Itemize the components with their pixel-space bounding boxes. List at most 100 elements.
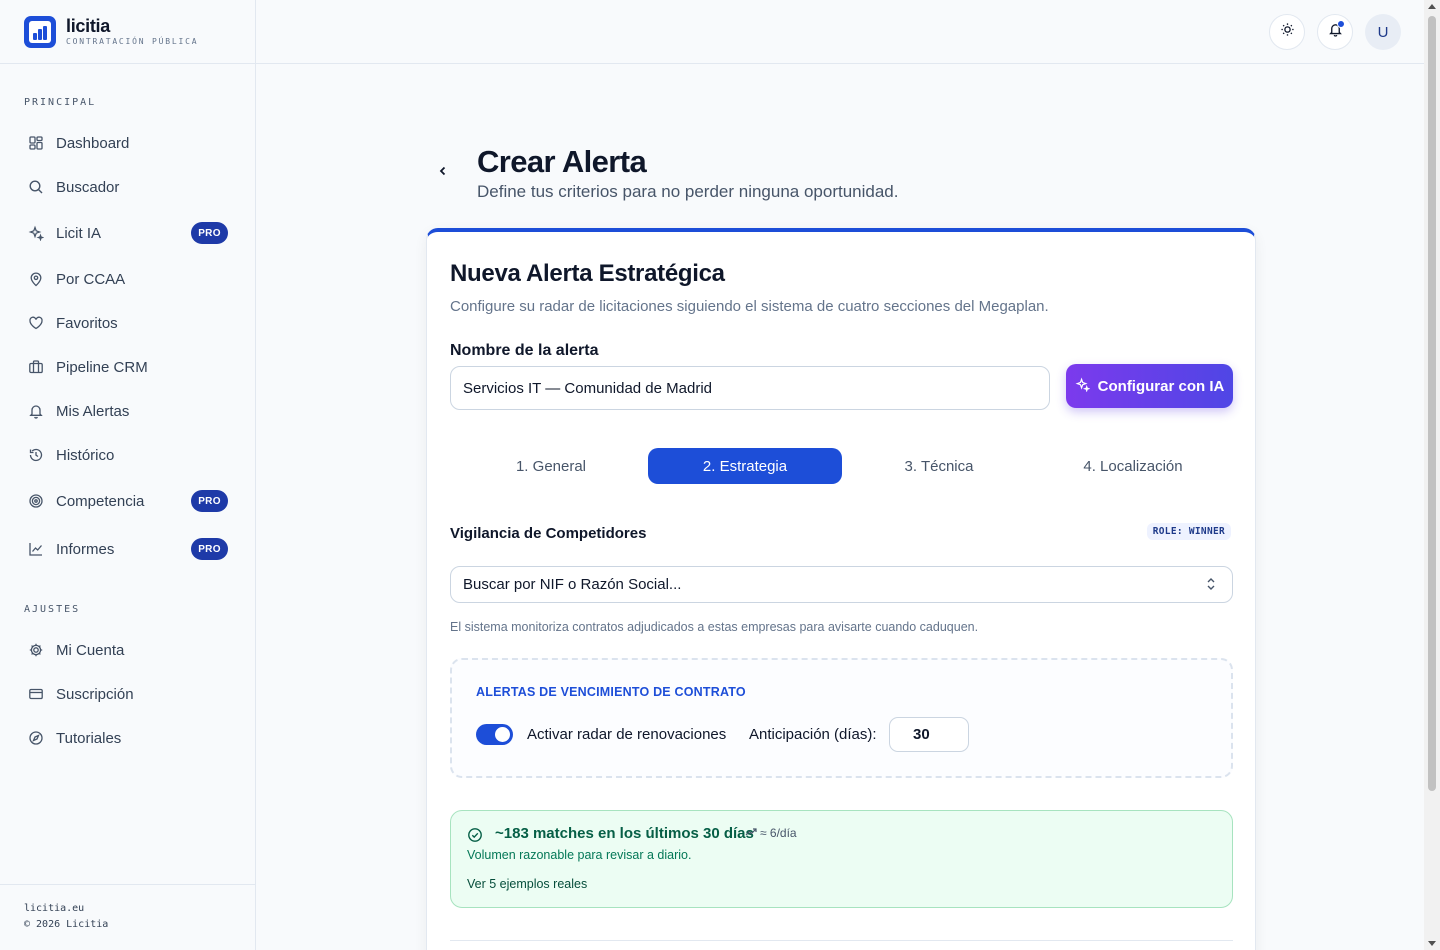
- renewal-radar-label: Activar radar de renovaciones: [527, 726, 727, 743]
- compass-icon: [28, 730, 44, 746]
- section-label-ajustes: AJUSTES: [24, 604, 81, 615]
- card-divider: [450, 940, 1233, 941]
- tab-general[interactable]: 1. General: [454, 448, 648, 484]
- tab-estrategia[interactable]: 2. Estrategia: [648, 448, 842, 484]
- search-icon: [28, 179, 44, 195]
- scroll-up-arrow-icon[interactable]: [1428, 4, 1436, 9]
- competitor-helper-text: El sistema monitoriza contratos adjudica…: [450, 620, 979, 634]
- sidebar: licitia CONTRATACIÓN PÚBLICA PRINCIPAL D…: [0, 0, 256, 950]
- sidebar-item-mis-alertas[interactable]: Mis Alertas: [24, 393, 232, 429]
- card-title: Nueva Alerta Estratégica: [450, 260, 725, 287]
- renewal-radar-toggle[interactable]: [476, 724, 513, 745]
- credit-card-icon: [28, 686, 44, 702]
- page-scrollbar[interactable]: [1424, 0, 1440, 950]
- match-rate: ≈ 6/día: [745, 826, 797, 840]
- history-icon: [28, 447, 44, 463]
- notifications-button[interactable]: [1317, 14, 1353, 50]
- sidebar-footer: licitia.eu © 2026 Licitia: [0, 884, 256, 950]
- sparkles-icon: [28, 225, 44, 241]
- sidebar-item-label: Por CCAA: [56, 270, 126, 288]
- expiry-panel-title: ALERTAS DE VENCIMIENTO DE CONTRATO: [476, 685, 746, 699]
- view-examples-link[interactable]: Ver 5 ejemplos reales: [467, 877, 587, 891]
- alert-name-input[interactable]: [450, 366, 1050, 410]
- brand-name: licitia: [66, 16, 110, 36]
- sidebar-item-label: Pipeline CRM: [56, 358, 148, 376]
- topbar: U: [256, 0, 1424, 64]
- configure-with-ai-button[interactable]: Configurar con IA: [1066, 364, 1233, 408]
- brand-tagline: CONTRATACIÓN PÚBLICA: [66, 37, 199, 46]
- brand[interactable]: licitia CONTRATACIÓN PÚBLICA: [0, 0, 255, 64]
- sidebar-item-label: Tutoriales: [56, 729, 122, 747]
- sidebar-item-label: Dashboard: [56, 134, 130, 152]
- scroll-thumb[interactable]: [1428, 16, 1436, 791]
- sidebar-item-suscripcion[interactable]: Suscripción: [24, 676, 232, 712]
- match-rate-value: ≈ 6/día: [760, 826, 797, 840]
- competitors-section-title: Vigilancia de Competidores: [450, 525, 647, 542]
- sparkles-icon: [1075, 377, 1091, 396]
- sidebar-item-buscador[interactable]: Buscador: [24, 169, 232, 205]
- scroll-down-arrow-icon[interactable]: [1428, 941, 1436, 946]
- sidebar-item-por-ccaa[interactable]: Por CCAA: [24, 261, 232, 297]
- pro-badge: PRO: [191, 222, 228, 244]
- check-circle-icon: [467, 827, 483, 848]
- sidebar-item-competencia[interactable]: Competencia PRO: [24, 483, 232, 519]
- competitor-search-placeholder: Buscar por NIF o Razón Social...: [463, 576, 682, 593]
- card-subtitle: Configure su radar de licitaciones sigui…: [450, 298, 1049, 315]
- sidebar-item-label: Suscripción: [56, 685, 134, 703]
- step-tabs: 1. General 2. Estrategia 3. Técnica 4. L…: [454, 448, 1230, 484]
- heart-icon: [28, 315, 44, 331]
- match-count-title: ~183 matches en los últimos 30 días: [495, 825, 754, 842]
- sidebar-item-tutoriales[interactable]: Tutoriales: [24, 720, 232, 756]
- alert-form-card: Nueva Alerta Estratégica Configure su ra…: [426, 228, 1256, 950]
- chevrons-up-down-icon: [1204, 576, 1218, 596]
- sidebar-item-label: Licit IA: [56, 224, 102, 242]
- footer-copyright: © 2026 Licitia: [24, 919, 109, 930]
- section-label-principal: PRINCIPAL: [24, 97, 97, 108]
- sidebar-item-mi-cuenta[interactable]: Mi Cuenta: [24, 632, 232, 668]
- anticipation-label: Anticipación (días):: [749, 726, 877, 743]
- sidebar-item-label: Buscador: [56, 178, 120, 196]
- licitia-logo-icon: [24, 15, 56, 48]
- sidebar-item-label: Informes: [56, 540, 115, 558]
- footer-site: licitia.eu: [24, 903, 85, 914]
- page-title: Crear Alerta: [477, 144, 647, 179]
- map-pin-icon: [28, 271, 44, 287]
- gear-icon: [28, 642, 44, 658]
- match-subtitle: Volumen razonable para revisar a diario.: [467, 848, 692, 862]
- user-avatar[interactable]: U: [1365, 14, 1401, 50]
- trending-up-icon: [745, 826, 757, 840]
- notification-dot: [1337, 20, 1345, 28]
- sun-icon: [1280, 22, 1295, 42]
- contract-expiry-panel: ALERTAS DE VENCIMIENTO DE CONTRATO Activ…: [450, 658, 1233, 778]
- theme-toggle-button[interactable]: [1269, 14, 1305, 50]
- sidebar-item-informes[interactable]: Informes PRO: [24, 531, 232, 567]
- pro-badge: PRO: [191, 490, 228, 512]
- sidebar-item-favoritos[interactable]: Favoritos: [24, 305, 232, 341]
- sidebar-item-dashboard[interactable]: Dashboard: [24, 125, 232, 161]
- sidebar-item-pipeline-crm[interactable]: Pipeline CRM: [24, 349, 232, 385]
- tab-tecnica[interactable]: 3. Técnica: [842, 448, 1036, 484]
- sidebar-item-label: Mis Alertas: [56, 402, 130, 420]
- sidebar-item-label: Favoritos: [56, 314, 118, 332]
- role-badge: ROLE: WINNER: [1146, 523, 1231, 540]
- pro-badge: PRO: [191, 538, 228, 560]
- back-button[interactable]: [432, 162, 454, 184]
- dashboard-icon: [28, 135, 44, 151]
- sidebar-item-historico[interactable]: Histórico: [24, 437, 232, 473]
- line-chart-icon: [28, 541, 44, 557]
- sidebar-item-label: Competencia: [56, 492, 145, 510]
- competitor-search-select[interactable]: Buscar por NIF o Razón Social...: [450, 566, 1233, 603]
- page-subtitle: Define tus criterios para no perder ning…: [477, 182, 899, 201]
- sidebar-item-label: Mi Cuenta: [56, 641, 125, 659]
- sidebar-item-label: Histórico: [56, 446, 115, 464]
- target-icon: [28, 493, 44, 509]
- configure-with-ai-label: Configurar con IA: [1097, 377, 1225, 395]
- bell-icon: [28, 403, 44, 419]
- briefcase-icon: [28, 359, 44, 375]
- match-estimate-panel: ~183 matches en los últimos 30 días ≈ 6/…: [450, 810, 1233, 908]
- tab-localizacion[interactable]: 4. Localización: [1036, 448, 1230, 484]
- alert-name-label: Nombre de la alerta: [450, 342, 599, 359]
- anticipation-days-input[interactable]: 30: [889, 717, 969, 752]
- chevron-left-icon: [437, 164, 449, 182]
- sidebar-item-licit-ia[interactable]: Licit IA PRO: [24, 215, 232, 251]
